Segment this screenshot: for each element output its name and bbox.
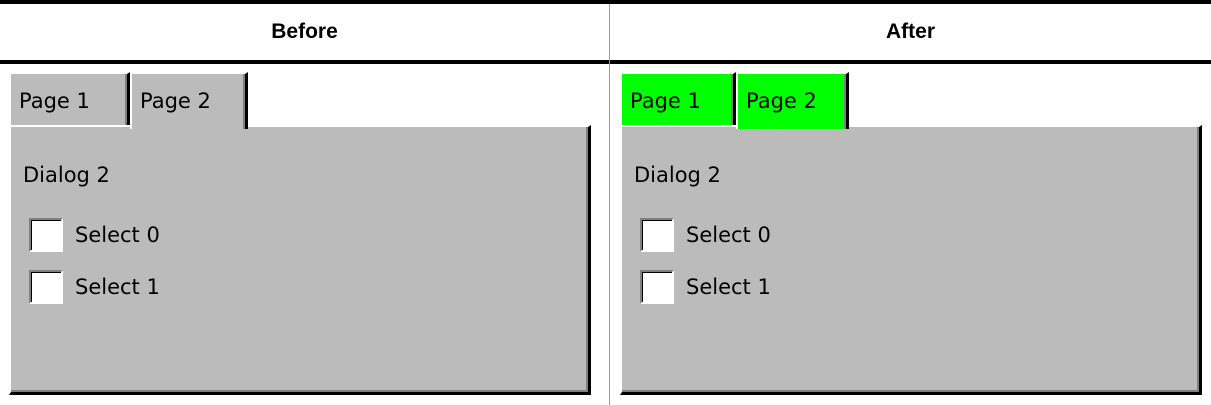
checkbox-select-1[interactable]: Select 1 <box>29 269 160 305</box>
checkbox-select-0[interactable]: Select 0 <box>29 217 160 253</box>
tab-page-1[interactable]: Page 1 <box>9 72 130 126</box>
header-underline-after <box>610 60 1211 64</box>
checkbox-label: Select 0 <box>686 223 771 247</box>
header-underline-before <box>0 60 609 64</box>
tab-page-2[interactable]: Page 2 <box>130 72 248 129</box>
dialog-body: Dialog 2 Select 0 Select 1 <box>620 125 1202 395</box>
column-title-after: After <box>885 20 935 43</box>
tab-page-1[interactable]: Page 1 <box>620 72 736 126</box>
tab-page-2[interactable]: Page 2 <box>736 72 849 129</box>
dialog-body: Dialog 2 Select 0 Select 1 <box>9 125 591 395</box>
dialog-label: Dialog 2 <box>23 163 110 187</box>
checkbox-box[interactable] <box>640 218 674 252</box>
column-title-before: Before <box>271 20 338 43</box>
multipage-widget-before: Page 1 Page 2 Dialog 2 Select 0 Select 1 <box>9 72 591 396</box>
checkbox-select-1[interactable]: Select 1 <box>640 269 771 305</box>
checkbox-label: Select 1 <box>75 275 160 299</box>
dialog-label: Dialog 2 <box>634 163 721 187</box>
checkbox-select-0[interactable]: Select 0 <box>640 217 771 253</box>
checkbox-box[interactable] <box>29 270 63 304</box>
checkbox-box[interactable] <box>29 218 63 252</box>
checkbox-label: Select 1 <box>686 275 771 299</box>
column-divider <box>609 4 610 405</box>
checkbox-box[interactable] <box>640 270 674 304</box>
multipage-widget-after: Page 1 Page 2 Dialog 2 Select 0 Select 1 <box>620 72 1202 396</box>
checkbox-label: Select 0 <box>75 223 160 247</box>
